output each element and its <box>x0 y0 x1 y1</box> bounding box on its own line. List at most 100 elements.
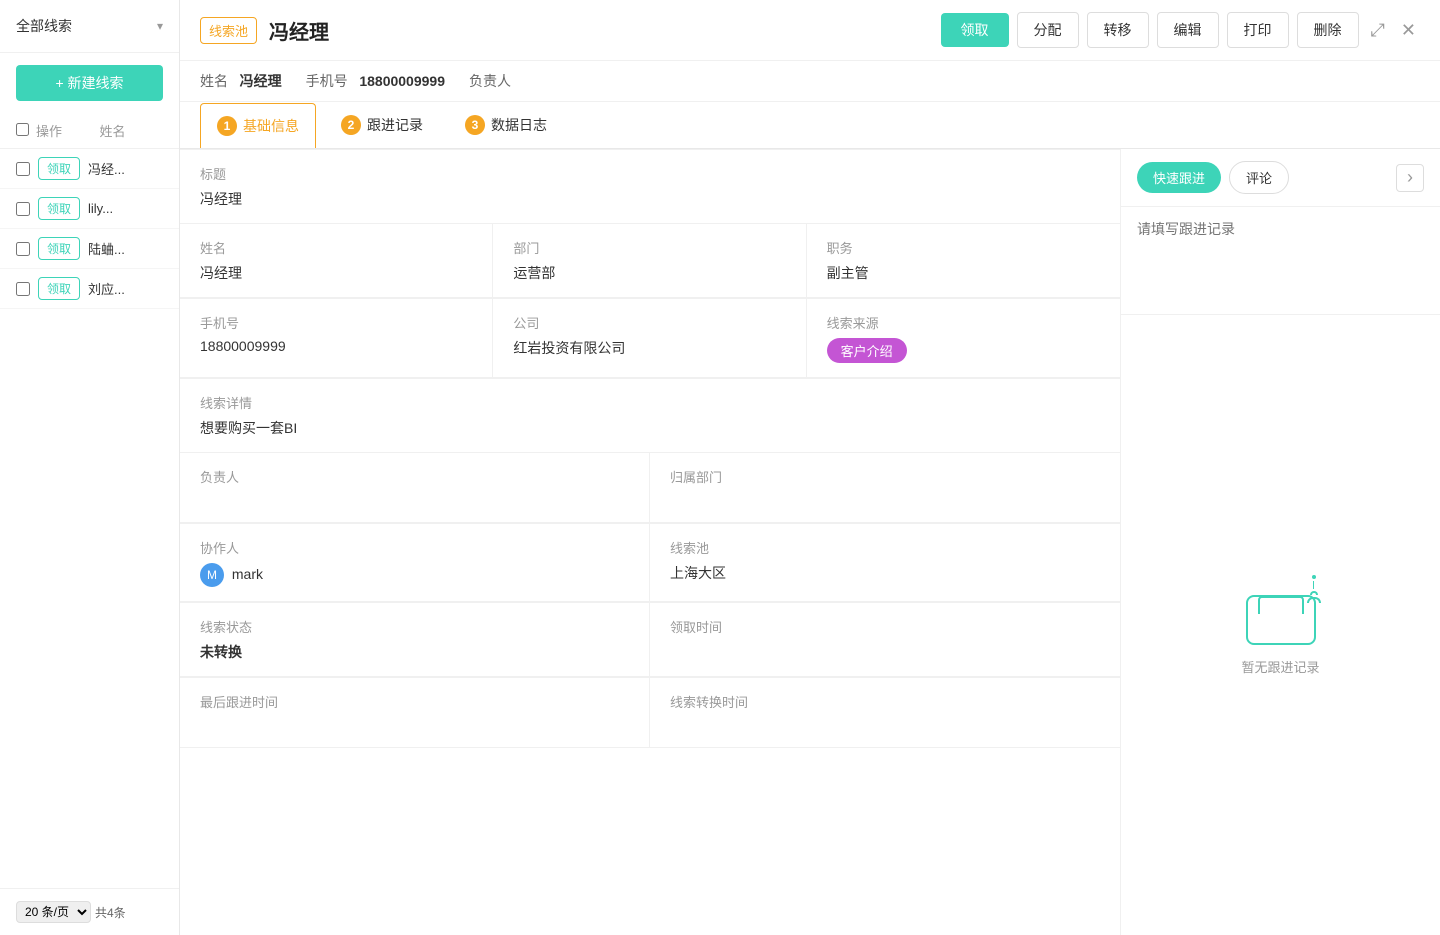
list-item: 领取 lily... <box>0 189 179 229</box>
detail-tabs: 1 基础信息 2 跟进记录 3 数据日志 <box>180 102 1440 149</box>
detail-panel: 线索池 冯经理 领取 分配 转移 编辑 打印 删除 ⤢ ✕ 姓名 冯经理 手机号 <box>180 0 1440 935</box>
expand-icon[interactable]: › <box>1396 164 1424 192</box>
lead-name: 刘应... <box>88 279 125 298</box>
collaborator-cell: 协作人 M mark <box>180 524 650 601</box>
name-label: 姓名 <box>200 238 472 257</box>
list-item: 领取 陆蛐... <box>0 229 179 269</box>
form-area: 标题 冯经理 姓名 冯经理 部门 运营部 职务 副主管 <box>180 149 1120 935</box>
dept-cell: 部门 运营部 <box>493 224 806 297</box>
col-op-label: 操作 <box>36 121 100 140</box>
assign-button[interactable]: 分配 <box>1017 12 1079 48</box>
convert-time-value <box>670 717 1100 733</box>
owner-field: 负责人 <box>469 71 511 91</box>
right-panel: 快速跟进 评论 › <box>1120 149 1440 935</box>
position-value: 副主管 <box>827 263 1100 283</box>
new-lead-button[interactable]: + 新建线索 <box>16 65 163 101</box>
status-claimtime-row: 线索状态 未转换 领取时间 <box>180 602 1120 677</box>
owner-dept-row: 负责人 归属部门 <box>180 452 1120 523</box>
delete-button[interactable]: 删除 <box>1297 12 1359 48</box>
phone-company-source-row: 手机号 18800009999 公司 红岩投资有限公司 线索来源 客户介绍 <box>180 298 1120 378</box>
table-header: 操作 姓名 <box>0 113 179 149</box>
source-label: 线索来源 <box>827 313 1100 332</box>
claim-button[interactable]: 领取 <box>38 157 80 180</box>
belong-dept-value <box>670 492 1100 508</box>
detail-value: 想要购买一套BI <box>200 418 1100 438</box>
close-icon[interactable]: ✕ <box>1397 16 1420 45</box>
list-item: 领取 冯经... <box>0 149 179 189</box>
per-page-select[interactable]: 20 条/页 <box>16 901 91 923</box>
source-tag: 客户介绍 <box>827 338 907 363</box>
row-checkbox[interactable] <box>16 202 30 216</box>
tab-followup[interactable]: 2 跟进记录 <box>324 102 440 148</box>
empty-state: 暂无跟进记录 <box>1121 315 1440 935</box>
company-cell: 公司 红岩投资有限公司 <box>493 299 806 377</box>
status-cell: 线索状态 未转换 <box>180 603 650 676</box>
edit-button[interactable]: 编辑 <box>1157 12 1219 48</box>
header-actions: 领取 分配 转移 编辑 打印 删除 ⤢ ✕ <box>941 12 1421 48</box>
sidebar-filter-label: 全部线索 <box>16 16 72 36</box>
claim-button[interactable]: 领取 <box>38 197 80 220</box>
row-checkbox[interactable] <box>16 242 30 256</box>
pagination: 20 条/页 共4条 <box>0 888 179 935</box>
title-section: 标题 冯经理 <box>180 149 1120 223</box>
tab-followup-label: 跟进记录 <box>367 115 423 135</box>
name-value: 冯经理 <box>200 263 472 283</box>
sidebar-filter[interactable]: 全部线索 ▾ <box>0 0 179 53</box>
title-value: 冯经理 <box>200 189 1100 209</box>
lead-name: 冯经... <box>88 159 125 178</box>
select-all-checkbox[interactable] <box>16 123 29 136</box>
col-name-label: 姓名 <box>100 121 164 140</box>
expand-icon[interactable]: ⤢ <box>1367 16 1389 45</box>
tab-datalog-label: 数据日志 <box>491 115 547 135</box>
comment-tab[interactable]: 评论 <box>1229 161 1289 194</box>
collaborator-label: 协作人 <box>200 538 629 557</box>
phone-value: 18800009999 <box>200 338 472 354</box>
detail-section: 线索详情 想要购买一套BI <box>180 378 1120 452</box>
collaborator-name: mark <box>232 566 263 582</box>
belong-dept-label: 归属部门 <box>670 467 1100 486</box>
dept-label: 部门 <box>513 238 785 257</box>
pool-cell: 线索池 上海大区 <box>650 524 1120 601</box>
owner-cell: 负责人 <box>180 453 650 522</box>
owner-label: 负责人 <box>200 467 629 486</box>
phone-cell: 手机号 18800009999 <box>180 299 493 377</box>
main-area: 线索池 冯经理 领取 分配 转移 编辑 打印 删除 ⤢ ✕ 姓名 冯经理 手机号 <box>180 0 1440 935</box>
followup-textarea[interactable] <box>1137 219 1424 299</box>
tab-datalog[interactable]: 3 数据日志 <box>448 102 564 148</box>
tab-basic-info[interactable]: 1 基础信息 <box>200 103 316 148</box>
detail-subheader: 姓名 冯经理 手机号 18800009999 负责人 <box>180 61 1440 102</box>
transfer-button[interactable]: 转移 <box>1087 12 1149 48</box>
company-label: 公司 <box>513 313 785 332</box>
sidebar-rows: 领取 冯经... 领取 lily... 领取 陆蛐... 领取 刘应... <box>0 149 179 309</box>
row-checkbox[interactable] <box>16 162 30 176</box>
claim-time-value <box>670 642 1100 658</box>
phone-value: 18800009999 <box>359 73 445 89</box>
source-cell: 线索来源 客户介绍 <box>807 299 1120 377</box>
detail-body: 标题 冯经理 姓名 冯经理 部门 运营部 职务 副主管 <box>180 149 1440 935</box>
page-title: 冯经理 <box>269 16 928 45</box>
convert-time-cell: 线索转换时间 <box>650 678 1120 747</box>
claim-button[interactable]: 领取 <box>38 237 80 260</box>
status-value: 未转换 <box>200 642 629 662</box>
name-dept-position-row: 姓名 冯经理 部门 运营部 职务 副主管 <box>180 223 1120 298</box>
tab-circle-3: 3 <box>465 115 485 135</box>
claim-button[interactable]: 领取 <box>941 13 1009 47</box>
print-button[interactable]: 打印 <box>1227 12 1289 48</box>
quick-followup-tab[interactable]: 快速跟进 <box>1137 162 1221 193</box>
detail-label: 线索详情 <box>200 393 1100 412</box>
pool-label: 线索池 <box>670 538 1100 557</box>
tray-icon <box>1246 595 1316 645</box>
collab-pool-row: 协作人 M mark 线索池 上海大区 <box>180 523 1120 602</box>
name-value: 冯经理 <box>240 73 282 89</box>
source-value: 客户介绍 <box>827 338 1100 363</box>
pool-value: 上海大区 <box>670 563 1100 583</box>
empty-label: 暂无跟进记录 <box>1241 657 1319 676</box>
avatar: M <box>200 563 224 587</box>
row-checkbox[interactable] <box>16 282 30 296</box>
sidebar: 全部线索 ▾ + 新建线索 操作 姓名 领取 冯经... 领取 lily... … <box>0 0 180 935</box>
claim-button[interactable]: 领取 <box>38 277 80 300</box>
right-panel-header: 快速跟进 评论 › <box>1121 149 1440 207</box>
tab-circle-1: 1 <box>217 116 237 136</box>
phone-label: 手机号 <box>200 313 472 332</box>
empty-icon <box>1241 575 1321 645</box>
